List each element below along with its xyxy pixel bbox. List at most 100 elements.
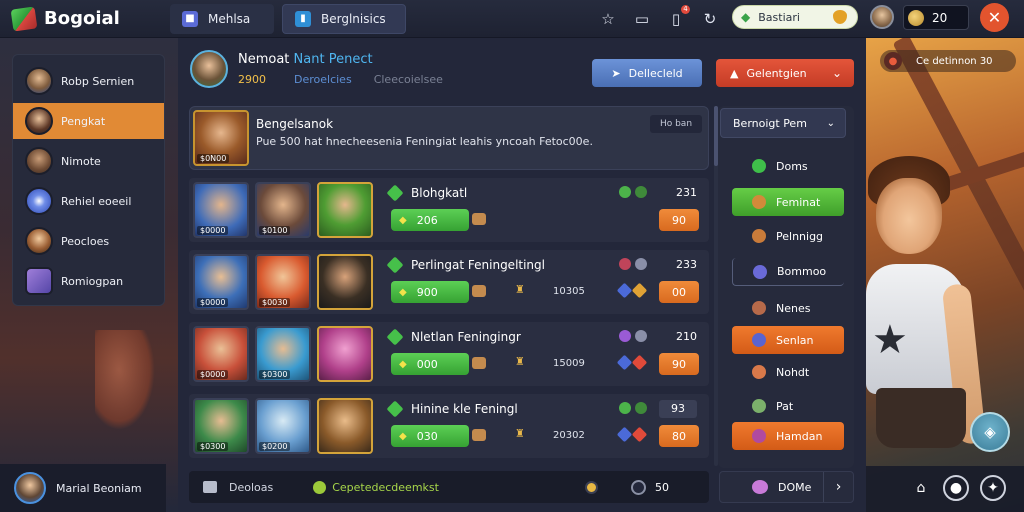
character-card[interactable] xyxy=(317,398,373,454)
record-icon[interactable]: ● xyxy=(943,475,969,501)
profile-extra: Cleecoielsee xyxy=(373,73,443,86)
character-card[interactable]: $0030 xyxy=(255,254,311,310)
filter-dropdown[interactable]: Bernoigt Pem ⌄ xyxy=(720,108,846,138)
filter-item[interactable]: Nenes xyxy=(732,294,844,322)
tab-berglnisics[interactable]: ▮ Berglnisics xyxy=(282,3,406,34)
character-card[interactable]: $0300 xyxy=(193,398,249,454)
close-icon: ✕ xyxy=(987,8,1002,27)
orb-icon xyxy=(619,330,631,342)
gem-icon xyxy=(616,354,633,371)
character-card[interactable] xyxy=(317,182,373,238)
settings-icon[interactable]: ✦ xyxy=(980,475,1006,501)
row-title: Nletlan Feningingr xyxy=(386,328,521,346)
home-icon[interactable]: ⌂ xyxy=(908,475,934,501)
clock-icon[interactable] xyxy=(631,480,646,495)
row-action-button[interactable]: 90 xyxy=(659,209,699,231)
bottom-count: 50 xyxy=(655,481,669,494)
secondary-action-dropdown[interactable]: ▲ Gelentgien ⌄ xyxy=(716,59,854,87)
avatar-icon xyxy=(752,365,766,379)
row-score: 15009 xyxy=(553,358,585,369)
avatar-icon xyxy=(25,227,53,255)
leaf-icon: ◆ xyxy=(741,10,751,24)
sidebar-item-romiogpan[interactable]: Romiogpan xyxy=(13,263,164,299)
sidebar-item-label: Romiogpan xyxy=(61,274,124,288)
row-action-button[interactable]: 00 xyxy=(659,281,699,303)
character-card[interactable]: $0000 xyxy=(193,326,249,382)
coin-icon[interactable] xyxy=(585,481,598,494)
done-button[interactable]: DOMe › xyxy=(719,471,854,503)
featured-offer[interactable]: $0N00 Bengelsanok Pue 500 hat hnecheesen… xyxy=(189,106,709,170)
current-user[interactable]: Marial Beoniam xyxy=(0,464,166,512)
sidebar-nav: Robp Sernien Pengkat Nimote Rehiel eoeei… xyxy=(12,54,165,306)
filter-item[interactable]: Pelnnigg xyxy=(732,222,844,250)
character-card[interactable]: $0000 xyxy=(193,254,249,310)
sidebar-item-robp-sernien[interactable]: Robp Sernien xyxy=(13,63,164,99)
profile-gold: 2900 xyxy=(238,73,266,86)
list-item[interactable]: $0300 $0200 Hinine kle Feningl ◆ 030 ♜ 20… xyxy=(189,394,709,458)
character-card[interactable]: $0300 xyxy=(255,326,311,382)
gem-icon xyxy=(386,400,404,418)
profile-avatar[interactable] xyxy=(870,5,894,29)
bottom-status[interactable]: Cepetedecdeemkst xyxy=(332,481,439,494)
refresh-icon[interactable]: ↻ xyxy=(698,7,722,31)
tab-label: Mehlsa xyxy=(208,11,251,26)
filter-item[interactable]: Senlan xyxy=(732,326,844,354)
filter-item[interactable]: Feminat xyxy=(732,188,844,216)
price-pill[interactable]: ◆ 900 xyxy=(391,281,469,303)
window-icon[interactable]: ▭ xyxy=(630,7,654,31)
primary-action-button[interactable]: ➤ Dellecleld xyxy=(592,59,702,87)
notification-badge: 4 xyxy=(681,5,690,14)
shield-action-button[interactable]: ◈ xyxy=(970,412,1010,452)
filter-item[interactable]: Bommoo xyxy=(732,258,844,286)
sidebar-item-rehiel[interactable]: Rehiel eoeeil xyxy=(13,183,164,219)
avatar[interactable] xyxy=(190,50,228,88)
filter-item[interactable]: Pat xyxy=(732,392,844,420)
gem-icon xyxy=(386,256,404,274)
chevron-right-icon[interactable]: › xyxy=(823,472,853,502)
logo-text: Bogoial xyxy=(44,8,120,29)
character-card[interactable]: $0200 xyxy=(255,398,311,454)
filter-item[interactable]: Hamdan xyxy=(732,422,844,450)
tab-mehlsa[interactable]: ■ Mehlsa xyxy=(170,3,274,34)
coin-balance[interactable]: 20 xyxy=(903,5,969,30)
list-item[interactable]: $0000 $0300 Nletlan Feningingr ◆ 000 ♜ 15… xyxy=(189,322,709,386)
avatar-icon xyxy=(25,147,53,175)
card-label: $0100 xyxy=(259,226,291,235)
bottom-label[interactable]: Deoloas xyxy=(229,481,273,494)
profile-header: Nemoat Nant Penect 2900 Deroelcies Cleec… xyxy=(190,50,443,88)
house-icon[interactable] xyxy=(203,481,217,493)
hero-character-face xyxy=(876,178,942,254)
status-icons xyxy=(619,330,651,342)
price-pill[interactable]: ◆ 206 xyxy=(391,209,469,231)
notification-icon[interactable]: ▯ 4 xyxy=(664,5,690,31)
profile-name-highlight: Nant Penect xyxy=(293,52,373,67)
price-pill[interactable]: ◆ 000 xyxy=(391,353,469,375)
card-label: $0300 xyxy=(197,442,229,451)
sidebar-item-peocloes[interactable]: Peocloes xyxy=(13,223,164,259)
star-icon[interactable]: ☆ xyxy=(596,7,620,31)
avatar-icon xyxy=(25,107,53,135)
row-action-button[interactable]: 80 xyxy=(659,425,699,447)
search-input[interactable]: ◆ Bastiari xyxy=(732,5,858,29)
row-action-button[interactable]: 90 xyxy=(659,353,699,375)
list-item[interactable]: $0000 $0030 Perlingat Feningeltingl ◆ 900… xyxy=(189,250,709,314)
resource-icons xyxy=(616,354,649,371)
card-label: $0000 xyxy=(197,226,229,235)
character-card[interactable]: $0000 xyxy=(193,182,249,238)
sidebar-item-pengkat[interactable]: Pengkat xyxy=(13,103,164,139)
list-item[interactable]: $0000 $0100 Blohgkatl ◆ 206 231 90 xyxy=(189,178,709,242)
filter-item-label: Nenes xyxy=(776,301,811,315)
price-pill[interactable]: ◆ 030 xyxy=(391,425,469,447)
app-logo[interactable]: Bogoial xyxy=(10,5,170,32)
featured-badge[interactable]: Ho ban xyxy=(650,115,702,133)
filter-item[interactable]: Doms xyxy=(732,152,844,180)
sidebar-item-nimote[interactable]: Nimote xyxy=(13,143,164,179)
character-card[interactable]: $0100 xyxy=(255,182,311,238)
avatar-icon xyxy=(752,301,766,315)
character-card[interactable] xyxy=(317,254,373,310)
done-button-label: DOMe xyxy=(778,480,812,494)
character-card[interactable] xyxy=(317,326,373,382)
filter-item[interactable]: Nohdt xyxy=(732,358,844,386)
close-button[interactable]: ✕ xyxy=(980,3,1009,32)
event-pill[interactable]: ● Ce detinnon 30 xyxy=(880,50,1016,72)
